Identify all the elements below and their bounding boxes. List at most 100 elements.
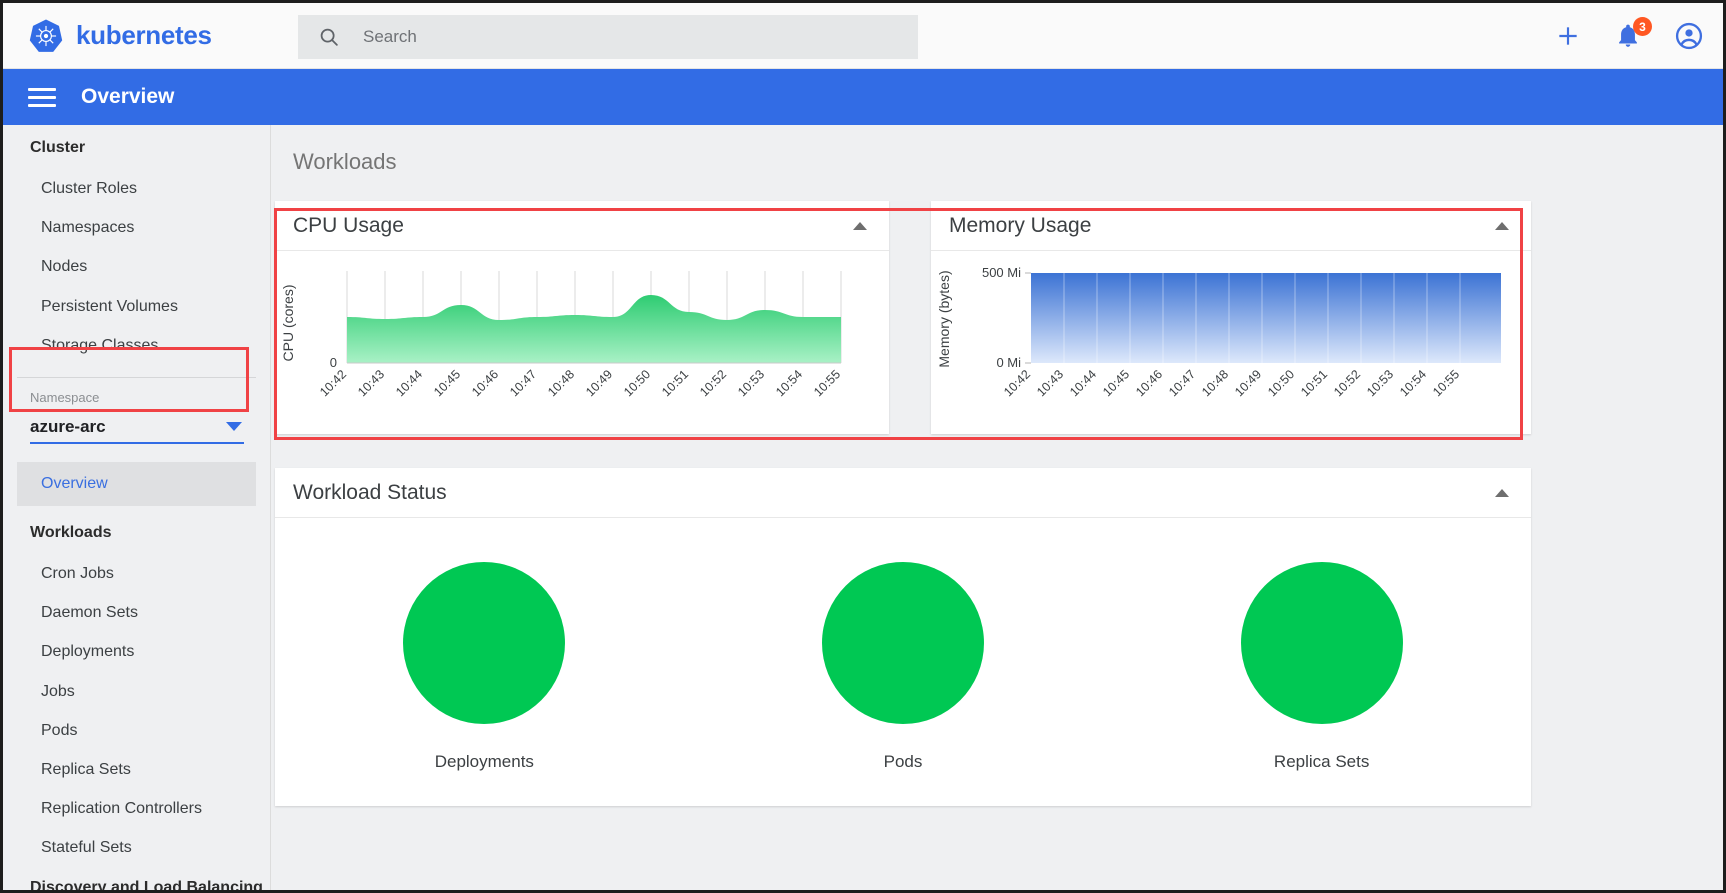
replica-sets-status-label: Replica Sets	[1273, 752, 1370, 771]
svg-text:10:50: 10:50	[1265, 367, 1297, 399]
sidebar-section-cluster: Cluster	[30, 139, 86, 156]
memory-area-rect	[1031, 273, 1501, 363]
cpu-y-axis-label: CPU (cores)	[280, 284, 296, 361]
sidebar-section-discovery: Discovery and Load Balancing	[30, 879, 263, 893]
memory-y-axis-label: Memory (bytes)	[936, 270, 952, 367]
chevron-up-icon[interactable]	[1495, 221, 1509, 230]
brand-name: kubernetes	[76, 20, 212, 50]
svg-text:10:49: 10:49	[583, 367, 615, 399]
cpu-y-tick-0: 0	[330, 355, 337, 370]
workload-status-body: Deployments Pods Replica Sets	[275, 518, 1531, 806]
svg-text:10:47: 10:47	[507, 367, 539, 399]
kubernetes-dashboard: kubernetes 3	[0, 0, 1726, 893]
sidebar-item-nodes[interactable]: Nodes	[3, 247, 270, 286]
svg-text:10:49: 10:49	[1232, 367, 1264, 399]
sidebar-section-workloads: Workloads	[30, 523, 112, 541]
sidebar-item-persistent-volumes[interactable]: Persistent Volumes	[3, 287, 270, 326]
sidebar-item-storage-classes[interactable]: Storage Classes	[3, 326, 270, 365]
namespace-selector[interactable]: Namespace azure-arc	[17, 378, 256, 444]
namespace-label: Namespace	[30, 389, 100, 405]
sidebar-item-pods[interactable]: Pods	[3, 711, 270, 750]
deployments-status-pie	[403, 562, 566, 724]
cpu-usage-card: CPU Usage CPU (cores) 0 10:42 10:43 10:4…	[275, 201, 889, 434]
search-input[interactable]	[363, 27, 863, 47]
svg-text:10:55: 10:55	[811, 367, 843, 399]
sidebar-item-namespaces[interactable]: Namespaces	[3, 208, 270, 247]
sidebar-item-cluster-roles[interactable]: Cluster Roles	[3, 169, 270, 208]
memory-card-title: Memory Usage	[949, 213, 1092, 237]
memory-x-tick-labels: 10:42 10:43 10:44 10:45 10:46 10:47 10:4…	[1001, 367, 1462, 399]
sidebar-item-jobs[interactable]: Jobs	[3, 672, 270, 711]
memory-usage-card: Memory Usage Memory (bytes) 500 Mi 0 Mi …	[931, 201, 1531, 434]
plus-icon	[1559, 27, 1577, 45]
svg-text:10:43: 10:43	[355, 367, 387, 399]
cpu-area-path	[347, 295, 841, 363]
svg-text:10:48: 10:48	[1199, 367, 1231, 399]
top-header-bar: kubernetes 3	[3, 3, 1723, 69]
main-content: Workloads CPU Usage CPU (cores) 0 10:42 …	[271, 125, 1723, 890]
workload-status-deployments[interactable]: Deployments	[403, 562, 566, 772]
chevron-up-icon[interactable]	[853, 221, 867, 230]
svg-text:10:44: 10:44	[393, 367, 425, 399]
pods-status-label: Pods	[883, 752, 923, 771]
page-title: Overview	[81, 85, 175, 108]
sidebar-item-cron-jobs[interactable]: Cron Jobs	[3, 554, 270, 593]
svg-text:10:53: 10:53	[1364, 367, 1396, 399]
svg-text:10:44: 10:44	[1067, 367, 1099, 399]
workload-status-title: Workload Status	[293, 480, 447, 504]
sidebar-item-overview[interactable]: Overview	[17, 461, 256, 506]
svg-text:10:51: 10:51	[659, 367, 691, 399]
workload-status-pods[interactable]: Pods	[821, 562, 984, 772]
svg-text:10:42: 10:42	[1001, 367, 1033, 399]
pods-status-pie	[821, 562, 984, 724]
sidebar-item-stateful-sets[interactable]: Stateful Sets	[3, 828, 270, 867]
content-heading: Workloads	[293, 149, 397, 174]
svg-text:10:46: 10:46	[1133, 367, 1165, 399]
svg-text:10:50: 10:50	[621, 367, 653, 399]
brand-logo-area[interactable]: kubernetes	[28, 18, 212, 54]
svg-text:10:47: 10:47	[1166, 367, 1198, 399]
cpu-chart-body: CPU (cores) 0 10:42 10:43 10:44 10:45 10…	[275, 251, 889, 434]
svg-text:10:43: 10:43	[1034, 367, 1066, 399]
svg-text:10:46: 10:46	[469, 367, 501, 399]
header-actions: 3	[1555, 3, 1703, 69]
svg-text:10:48: 10:48	[545, 367, 577, 399]
svg-text:10:42: 10:42	[317, 367, 349, 399]
account-circle-icon	[1675, 22, 1703, 50]
svg-text:10:54: 10:54	[773, 367, 805, 399]
hamburger-menu-icon[interactable]	[28, 87, 56, 107]
svg-text:10:52: 10:52	[1331, 367, 1363, 399]
cpu-card-header: CPU Usage	[275, 201, 889, 251]
account-button[interactable]	[1675, 22, 1703, 50]
sidebar-nav: Cluster Cluster Roles Namespaces Nodes P…	[3, 125, 271, 893]
svg-text:10:45: 10:45	[1100, 367, 1132, 399]
svg-text:10:55: 10:55	[1430, 367, 1462, 399]
memory-card-header: Memory Usage	[931, 201, 1531, 251]
sidebar-item-daemon-sets[interactable]: Daemon Sets	[3, 593, 270, 632]
svg-text:10:45: 10:45	[431, 367, 463, 399]
svg-text:10:52: 10:52	[697, 367, 729, 399]
replica-sets-status-pie	[1240, 562, 1403, 724]
chevron-up-icon[interactable]	[1495, 488, 1509, 497]
namespace-dropdown[interactable]: azure-arc	[30, 417, 244, 444]
chevron-down-icon	[226, 422, 242, 432]
svg-text:10:54: 10:54	[1397, 367, 1429, 399]
svg-text:10:53: 10:53	[735, 367, 767, 399]
workload-status-card: Workload Status Deployments Pods Replica…	[275, 468, 1531, 806]
sidebar-item-replica-sets[interactable]: Replica Sets	[3, 750, 270, 789]
namespace-value: azure-arc	[30, 416, 106, 436]
notifications-button[interactable]: 3	[1615, 17, 1652, 49]
kubernetes-helm-icon	[29, 18, 63, 52]
search-icon	[320, 28, 338, 46]
add-button[interactable]	[1555, 23, 1581, 49]
sidebar-item-replication-controllers[interactable]: Replication Controllers	[3, 789, 270, 828]
search-bar[interactable]	[298, 15, 918, 59]
workload-status-replica-sets[interactable]: Replica Sets	[1240, 562, 1403, 772]
sidebar-item-deployments[interactable]: Deployments	[3, 632, 270, 671]
memory-y-tick-500: 500 Mi	[982, 265, 1021, 280]
cpu-card-title: CPU Usage	[293, 213, 404, 237]
memory-chart-body: Memory (bytes) 500 Mi 0 Mi 10:42 10:43 1…	[931, 251, 1531, 434]
app-bar: Overview	[3, 69, 1723, 125]
cpu-x-tick-labels: 10:42 10:43 10:44 10:45 10:46 10:47 10:4…	[317, 367, 843, 399]
notification-badge: 3	[1633, 17, 1652, 36]
